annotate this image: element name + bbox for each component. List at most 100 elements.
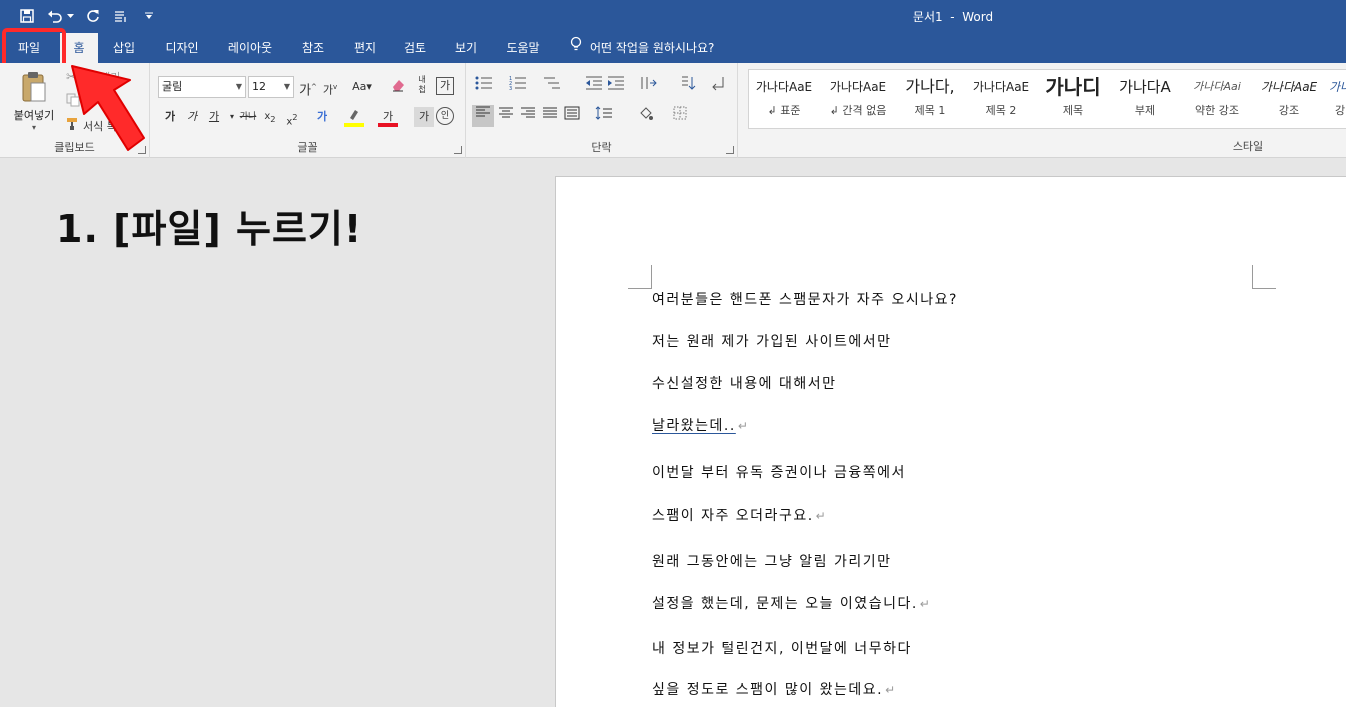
style-subtle-emphasis[interactable]: 가나다Aai 약한 강조 [1181,70,1253,128]
style-heading-1[interactable]: 가나다, 제목 1 [895,70,965,128]
align-center-icon[interactable] [496,106,516,126]
font-size-dropdown-icon[interactable]: ▼ [284,77,290,97]
line-spacing-icon[interactable] [594,106,614,126]
tab-mailings[interactable]: 편지 [345,33,385,63]
app-name: Word [962,10,994,24]
style-sample: 가나다Aai [1193,80,1241,93]
style-no-spacing[interactable]: 가나다AaE ↲ 간격 없음 [821,70,895,128]
style-heading-2[interactable]: 가나다AaE 제목 2 [965,70,1037,128]
borders-icon[interactable] [670,106,690,126]
show-marks-icon[interactable] [708,75,728,95]
style-normal[interactable]: 가나다AaE ↲ 표준 [749,70,819,128]
style-sample: 가나다AaE [972,80,1030,94]
paragraph-7[interactable]: 원래 그동안에는 그냥 알림 가리기만 [652,551,892,571]
paragraph-6-line[interactable]: 스팸이 자주 오더라구요. ↵ [652,505,827,525]
paragraph-mark: ↵ [885,683,897,697]
decrease-indent-icon[interactable] [584,75,604,95]
tab-help[interactable]: 도움말 [498,33,548,63]
paragraph-10-line[interactable]: 싶을 정도로 스팸이 많이 왔는데요. ↵ [652,679,897,699]
grow-font-icon[interactable]: 가^ [298,77,318,98]
distributed-icon[interactable] [562,106,582,126]
paragraph-6[interactable]: 스팸이 자주 오더라구요. [652,508,814,524]
ribbon-tabs: 파일 홈 삽입 디자인 레이아웃 참조 편지 검토 보기 도움말 어떤 작업을 … [0,33,1346,63]
highlight-color-icon[interactable] [344,107,364,127]
shading-icon[interactable] [636,106,656,126]
style-sample: 가나디 [1045,75,1101,99]
style-name: ↲ 표준 [767,104,801,117]
font-size-box[interactable]: 12 ▼ [248,76,294,98]
pointer-arrow-icon [71,65,145,151]
paragraph-launcher-icon[interactable] [726,146,734,154]
tab-design[interactable]: 디자인 [156,33,208,63]
bullets-icon[interactable] [474,75,494,95]
paragraph-1[interactable]: 여러분들은 핸드폰 스팸문자가 자주 오시나요? [652,289,958,309]
font-name-box[interactable]: 굴림 ▼ [158,76,246,98]
paragraph-group: 123 단락 [466,63,738,158]
style-name: 부제 [1134,104,1156,117]
style-name: 제목 2 [985,104,1017,117]
title-separator: - [942,10,963,24]
text-direction-icon[interactable] [638,75,658,95]
style-title[interactable]: 가나디 제목 [1037,70,1109,128]
paragraph-10[interactable]: 싶을 정도로 스팸이 많이 왔는데요. [652,682,883,698]
sort-icon[interactable] [678,75,698,95]
style-name: 강조 [1278,104,1300,117]
align-right-icon[interactable] [518,106,538,126]
tab-references[interactable]: 참조 [293,33,333,63]
subscript-icon[interactable]: x2 [260,107,280,127]
paragraph-5[interactable]: 이번달 부터 유독 증권이나 금융쪽에서 [652,462,906,482]
paragraph-4-line[interactable]: 날라왔는데.. ↵ [652,415,749,435]
style-sample: 가나다A [1119,78,1171,96]
style-intense-emphasis[interactable]: 가나 강 [1325,70,1346,128]
change-case-icon[interactable]: Aa▾ [348,77,376,97]
instruction-annotation: 1. [파일] 누르기! [56,207,363,251]
paragraph-8[interactable]: 설정을 했는데, 문제는 오늘 이였습니다. [652,596,918,612]
tab-review[interactable]: 검토 [395,33,435,63]
text-effects-icon[interactable]: 가 [312,107,332,127]
tell-me-box[interactable]: 어떤 작업을 원하시나요? [570,33,714,63]
document-name: 문서1 [912,10,943,24]
enclose-character-icon[interactable]: 인 [436,107,454,125]
title-bar: 문서1 - Word [0,0,1346,33]
font-launcher-icon[interactable] [454,146,462,154]
paste-dropdown-icon[interactable]: ▾ [8,123,60,132]
document-page[interactable]: 여러분들은 핸드폰 스팸문자가 자주 오시나요? 저는 원래 제가 가입된 사이… [555,176,1346,707]
style-sample: 가나 [1328,80,1346,94]
paragraph-mark: ↵ [737,419,750,433]
align-left-icon[interactable] [472,105,494,127]
multilevel-list-icon[interactable] [542,75,562,95]
underline-icon[interactable]: 가 [204,107,224,127]
justify-icon[interactable] [540,106,560,126]
file-tab-highlight [2,28,66,68]
style-sample: 가나다, [905,77,955,96]
character-shading-icon[interactable]: 가 [414,107,434,127]
tab-insert[interactable]: 삽입 [104,33,144,63]
style-subtitle[interactable]: 가나다A 부제 [1109,70,1181,128]
italic-icon[interactable]: 가 [182,107,202,127]
strikethrough-icon[interactable]: 가나 [236,107,260,127]
font-group: 굴림 ▼ 12 ▼ 가^ 가v Aa▾ 내첩 가 가 가 가 ▾ 가나 x2 x… [150,63,466,158]
paragraph-9[interactable]: 내 정보가 털린건지, 이번달에 너무하다 [652,638,912,658]
paragraph-2[interactable]: 저는 원래 제가 가입된 사이트에서만 [652,331,892,351]
character-border-icon[interactable]: 가 [436,77,454,95]
shrink-font-icon[interactable]: 가v [320,77,340,97]
superscript-icon[interactable]: x2 [282,107,302,127]
styles-gallery: 가나다AaE ↲ 표준 가나다AaE ↲ 간격 없음 가나다, 제목 1 가나다… [748,69,1346,129]
style-sample: 가나다AaE [755,80,813,94]
tab-layout[interactable]: 레이아웃 [220,33,280,63]
clear-formatting-icon[interactable] [388,77,408,97]
phonetic-guide-icon[interactable]: 내첩 [412,75,432,95]
paragraph-4[interactable]: 날라왔는데.. [652,418,736,434]
increase-indent-icon[interactable] [606,75,626,95]
crop-mark-top-right [1252,265,1276,289]
paste-button[interactable]: 붙여넣기 ▾ [8,69,60,139]
numbering-icon[interactable]: 123 [508,75,528,95]
paragraph-8-line[interactable]: 설정을 했는데, 문제는 오늘 이였습니다. ↵ [652,593,931,613]
font-color-icon[interactable]: 가 [378,107,398,127]
style-name: 약한 강조 [1195,104,1239,117]
font-name-dropdown-icon[interactable]: ▼ [236,77,242,97]
paragraph-mark: ↵ [919,597,932,611]
style-emphasis[interactable]: 가나다AaE 강조 [1253,70,1325,128]
tab-view[interactable]: 보기 [446,33,486,63]
paragraph-3[interactable]: 수신설정한 내용에 대해서만 [652,373,836,393]
